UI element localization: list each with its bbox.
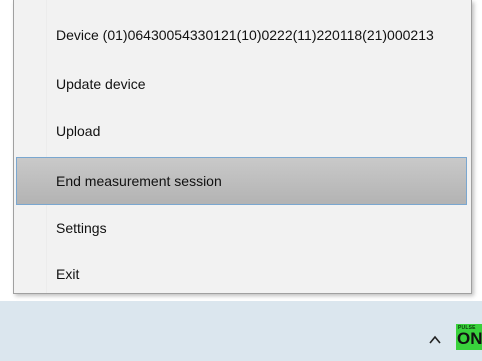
menu-item-label: Device (01)06430054330121(10)0222(11)220… — [56, 27, 434, 43]
logo-big-text: ON — [457, 329, 482, 348]
menu-item-label: End measurement session — [56, 173, 222, 189]
menu-item-label: Update device — [56, 76, 146, 92]
taskbar — [0, 301, 482, 361]
menu-item-device[interactable]: Device (01)06430054330121(10)0222(11)220… — [16, 14, 467, 56]
menu-item-label: Settings — [56, 220, 107, 236]
menu-item-upload[interactable]: Upload — [16, 110, 467, 152]
menu-item-exit[interactable]: Exit — [16, 253, 467, 295]
pulseon-icon[interactable]: PULSE ON — [456, 324, 482, 350]
menu-item-label: Upload — [56, 123, 101, 139]
menu-item-end-measurement-session[interactable]: End measurement session — [16, 157, 467, 205]
menu-item-settings[interactable]: Settings — [16, 207, 467, 249]
context-menu: Device (01)06430054330121(10)0222(11)220… — [13, 0, 472, 294]
menu-item-update-device[interactable]: Update device — [16, 63, 467, 105]
chevron-up-icon[interactable] — [428, 333, 442, 347]
menu-item-label: Exit — [56, 266, 80, 282]
